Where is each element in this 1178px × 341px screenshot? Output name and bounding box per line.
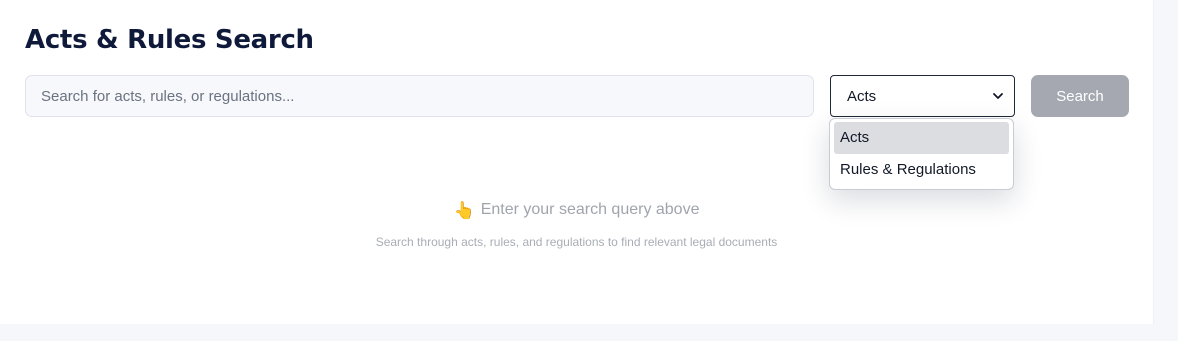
option-rules-regulations[interactable]: Rules & Regulations [834,154,1009,186]
empty-state-heading-text: Enter your search query above [480,201,700,218]
category-select-value: Acts [847,87,877,105]
option-acts[interactable]: Acts [834,122,1009,154]
search-button[interactable]: Search [1031,75,1129,117]
category-select[interactable]: Acts [830,75,1015,117]
empty-state-heading: 👆 Enter your search query above [0,201,1153,219]
search-panel: Acts & Rules Search Acts Search Acts Rul… [0,0,1154,324]
empty-state-subtext: Search through acts, rules, and regulati… [375,235,778,249]
search-input[interactable] [25,75,814,117]
chevron-down-icon [992,90,1004,102]
pointing-hand-icon: 👆 [453,200,475,220]
category-dropdown-menu: Acts Rules & Regulations [829,118,1014,190]
page-title: Acts & Rules Search [25,25,314,55]
